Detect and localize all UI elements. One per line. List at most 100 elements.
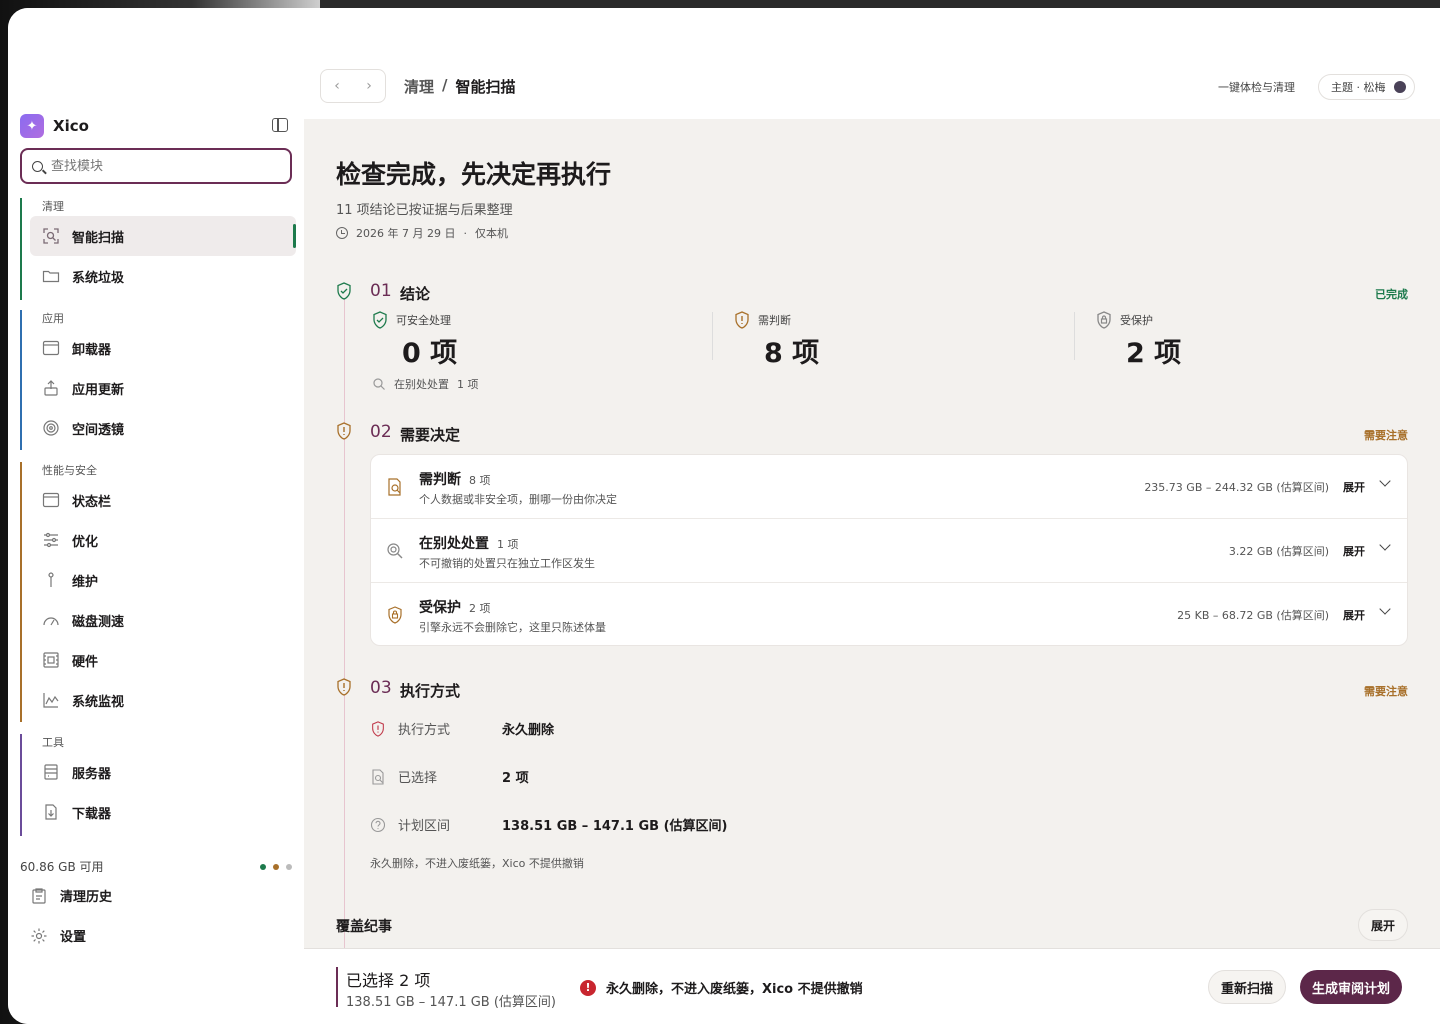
sidebar-item-maintenance[interactable]: 维护 xyxy=(20,560,296,600)
timeline-line xyxy=(344,289,345,979)
sidebar-item-clean-history[interactable]: 清理历史 xyxy=(30,886,112,905)
sidebar-item-downloader[interactable]: 下载器 xyxy=(20,792,296,832)
search-box[interactable] xyxy=(20,148,292,184)
app-name: Xico xyxy=(53,117,89,135)
decision-description: 个人数据或非安全项，删哪一份由你决定 xyxy=(419,493,617,506)
sidebar-toggle-icon[interactable] xyxy=(272,118,288,132)
sidebar-item-smart-scan[interactable]: 智能扫描 xyxy=(30,216,296,256)
theme-switcher[interactable]: 主题 · 松梅 xyxy=(1318,74,1415,100)
alert-icon: ! xyxy=(580,979,596,996)
magnifier-icon xyxy=(373,378,385,390)
sidebar-item-hardware[interactable]: 硬件 xyxy=(20,640,296,680)
decision-row[interactable]: 需判断 8 项 个人数据或非安全项，删哪一份由你决定 235.73 GB – 24… xyxy=(371,455,1407,519)
sidebar-item-label: 应用更新 xyxy=(72,382,125,398)
nav-group-tools: 工具 服务器 下载器 xyxy=(20,734,296,836)
document-search-icon xyxy=(388,478,401,496)
execution-method: 执行方式 永久删除 xyxy=(370,719,554,738)
sidebar-item-uninstaller[interactable]: 卸载器 xyxy=(20,328,296,368)
back-icon[interactable]: ‹ xyxy=(334,78,340,94)
settings-label: 设置 xyxy=(60,930,87,945)
theme-label: 主题 · 松梅 xyxy=(1331,81,1386,94)
chevron-down-icon[interactable] xyxy=(1379,603,1391,615)
scan-date: 2026 年 7 月 29 日 xyxy=(356,227,456,240)
decision-list: 需判断 8 项 个人数据或非安全项，删哪一份由你决定 235.73 GB – 24… xyxy=(370,454,1408,646)
kv-value: 永久删除 xyxy=(502,723,555,738)
sidebar: ✦ Xico 清理 智能扫描 系统垃圾 xyxy=(8,8,304,1024)
decision-size: 25 KB – 68.72 GB (估算区间) xyxy=(1177,609,1329,622)
stat-value: 2 项 xyxy=(1126,338,1182,369)
sidebar-item-label: 卸载器 xyxy=(72,342,112,358)
theme-swatch-icon xyxy=(1393,81,1406,93)
sidebar-item-system-monitor[interactable]: 系统监视 xyxy=(20,680,296,720)
stat-label: 受保护 xyxy=(1120,314,1153,327)
breadcrumb-parent[interactable]: 清理 xyxy=(404,76,434,97)
clipboard-icon xyxy=(30,887,48,905)
sidebar-item-label: 系统监视 xyxy=(72,694,125,710)
decision-row[interactable]: 在别处处置 1 项 不可撤销的处置只在独立工作区发生 3.22 GB (估算区间)… xyxy=(371,519,1407,583)
sidebar-item-settings[interactable]: 设置 xyxy=(30,926,86,945)
decision-row[interactable]: 受保护 2 项 引擎永远不会删除它，这里只陈述体量 25 KB – 68.72 G… xyxy=(371,583,1407,647)
decision-description: 不可撤销的处置只在独立工作区发生 xyxy=(419,557,595,570)
coverage-expand-button[interactable]: 展开 xyxy=(1357,909,1408,941)
stat-elsewhere: 在别处处置 1 项 xyxy=(372,376,479,392)
sidebar-item-system-junk[interactable]: 系统垃圾 xyxy=(20,256,296,296)
stat-label: 需判断 xyxy=(758,314,791,327)
search-input[interactable] xyxy=(51,158,271,174)
main-area: ‹ › 清理 / 智能扫描 一键体检与清理 主题 · 松梅 检查完成，先决定再执… xyxy=(304,8,1440,1024)
expand-button[interactable]: 展开 xyxy=(1343,607,1365,623)
sidebar-item-label: 硬件 xyxy=(72,654,99,670)
breadcrumb-separator: / xyxy=(442,76,448,94)
sidebar-item-space-lens[interactable]: 空间透镜 xyxy=(20,408,296,448)
sidebar-item-label: 磁盘测速 xyxy=(72,614,125,630)
download-doc-icon xyxy=(42,803,60,821)
chevron-down-icon[interactable] xyxy=(1379,475,1391,487)
folder-icon xyxy=(42,267,60,285)
elsewhere-label: 在别处处置 xyxy=(394,378,449,391)
app-logo-icon: ✦ xyxy=(20,114,44,138)
execution-selected: 已选择 2 项 xyxy=(370,767,529,786)
status-dot xyxy=(260,863,266,870)
rescan-button[interactable]: 重新扫描 xyxy=(1208,970,1287,1004)
sidebar-item-optimize[interactable]: 优化 xyxy=(20,520,296,560)
divider xyxy=(1074,312,1075,360)
meta-separator: · xyxy=(463,226,467,240)
step-title: 执行方式 xyxy=(400,682,461,700)
history-nav: ‹ › xyxy=(320,69,386,103)
window-icon xyxy=(42,491,60,509)
group-label: 性能与安全 xyxy=(42,464,97,477)
app-window: ✦ Xico 清理 智能扫描 系统垃圾 xyxy=(8,8,1440,1024)
sidebar-item-label: 服务器 xyxy=(72,766,112,782)
quick-checkup-link[interactable]: 一键体检与清理 xyxy=(1218,79,1295,95)
step-title: 结论 xyxy=(400,285,431,303)
chevron-down-icon[interactable] xyxy=(1379,539,1391,551)
scan-icon xyxy=(42,227,60,245)
page-subtitle: 11 项结论已按证据与后果整理 xyxy=(336,203,513,218)
generate-plan-button[interactable]: 生成审阅计划 xyxy=(1300,970,1403,1004)
selection-accent-bar xyxy=(336,967,338,1007)
brand: ✦ Xico xyxy=(20,114,89,138)
top-bar: ‹ › 清理 / 智能扫描 一键体检与清理 主题 · 松梅 xyxy=(304,8,1440,119)
expand-button[interactable]: 展开 xyxy=(1343,543,1365,559)
gauge-icon xyxy=(42,611,60,629)
clock-icon xyxy=(336,227,348,239)
shield-check-icon xyxy=(337,282,351,300)
expand-button[interactable]: 展开 xyxy=(1343,479,1365,495)
sidebar-item-label: 状态栏 xyxy=(72,494,112,510)
nav-group-cleanup: 清理 智能扫描 系统垃圾 xyxy=(20,198,296,300)
sidebar-item-app-updates[interactable]: 应用更新 xyxy=(20,368,296,408)
warning-message: ! 永久删除，不进入废纸篓，Xico 不提供撤销 xyxy=(580,978,863,997)
chart-icon xyxy=(42,691,60,709)
coverage-title: 覆盖纪事 xyxy=(336,919,392,935)
chip-icon xyxy=(42,651,60,669)
update-icon xyxy=(42,379,60,397)
decision-title: 受保护 2 项 xyxy=(419,600,491,616)
status-dot xyxy=(273,863,279,870)
sidebar-item-label: 优化 xyxy=(72,534,99,550)
sidebar-item-server[interactable]: 服务器 xyxy=(20,752,296,792)
decision-description: 引擎永远不会删除它，这里只陈述体量 xyxy=(419,621,606,634)
kv-key: 计划区间 xyxy=(398,819,451,834)
forward-icon[interactable]: › xyxy=(366,78,372,94)
sidebar-item-status-bar[interactable]: 状态栏 xyxy=(20,480,296,520)
selection-range: 138.51 GB – 147.1 GB (估算区间) xyxy=(346,995,556,1010)
sidebar-item-disk-speed[interactable]: 磁盘测速 xyxy=(20,600,296,640)
